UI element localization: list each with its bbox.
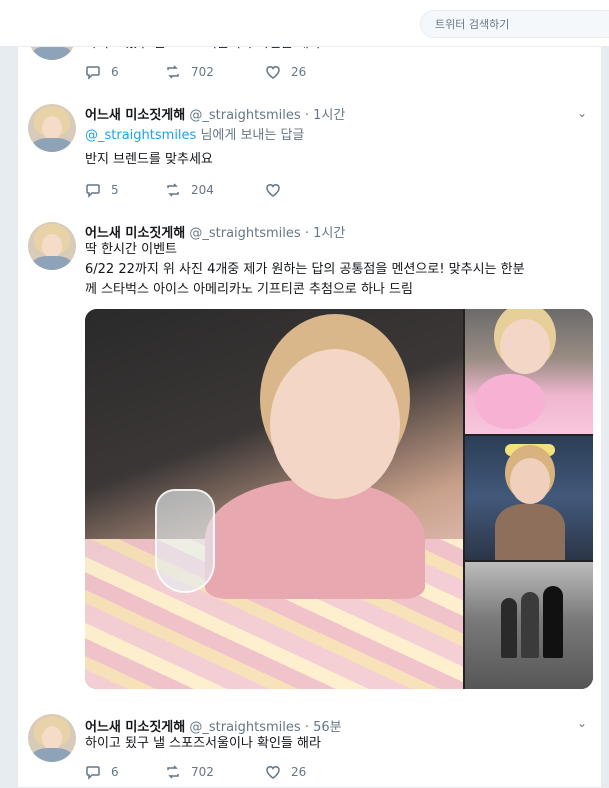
like-button[interactable]: 26 <box>265 64 306 80</box>
tweet[interactable]: 어느새 미소짓게해 @_straightsmiles · 1시간 딱 한시간 이… <box>18 210 601 705</box>
retweet-count: 702 <box>191 65 214 79</box>
separator-dot: · <box>304 226 309 241</box>
display-name[interactable]: 어느새 미소짓게해 <box>85 226 185 241</box>
username[interactable]: @_straightsmiles <box>189 226 300 241</box>
timeline: 하이고 됬구 낼 스포즈서울이나 확인들 해라 6 702 26 어느새 미소짓… <box>18 0 601 788</box>
username[interactable]: @_straightsmiles <box>189 108 300 123</box>
reply-icon <box>86 184 100 198</box>
media-grid[interactable] <box>85 309 593 689</box>
tweet-photo-3[interactable] <box>465 436 593 560</box>
tweet-header: 어느새 미소짓게해 @_straightsmiles · 56분 <box>85 716 342 735</box>
tweet-photo-main[interactable] <box>85 309 463 689</box>
reply-button[interactable]: 6 <box>85 64 119 80</box>
tweet[interactable]: 어느새 미소짓게해 @_straightsmiles · 1시간 ⌄ @_str… <box>18 92 601 211</box>
like-button[interactable] <box>265 182 291 198</box>
tweet-header: 어느새 미소짓게해 @_straightsmiles · 1시간 <box>85 222 345 241</box>
tweet-text: 하이고 됬구 낼 스포즈서울이나 확인들 해라 <box>85 736 321 751</box>
chevron-down-icon[interactable]: ⌄ <box>577 106 591 120</box>
reply-button[interactable]: 6 <box>85 764 119 780</box>
reply-button[interactable]: 5 <box>85 182 119 198</box>
username[interactable]: @_straightsmiles <box>189 720 300 735</box>
reply-to-link[interactable]: @_straightsmiles <box>85 128 196 143</box>
chevron-down-icon[interactable]: ⌄ <box>577 716 591 730</box>
timestamp[interactable]: 1시간 <box>313 108 345 123</box>
timestamp[interactable]: 1시간 <box>313 226 345 241</box>
heart-icon <box>266 766 280 779</box>
top-bar: 트위터 검색하기 <box>0 0 609 47</box>
tweet-text-line: 께 스타벅스 아이스 아메리카노 기프티콘 추첨으로 하나 드림 <box>85 282 413 297</box>
heart-icon <box>266 184 280 197</box>
retweet-button[interactable]: 702 <box>165 764 214 780</box>
separator-dot: · <box>304 108 309 123</box>
display-name[interactable]: 어느새 미소짓게해 <box>85 108 185 123</box>
like-count: 26 <box>291 765 307 779</box>
reply-context: @_straightsmiles 님에게 보내는 답글 <box>85 126 585 146</box>
reply-icon <box>86 66 100 80</box>
separator-dot: · <box>304 720 309 735</box>
retweet-button[interactable]: 204 <box>165 182 214 198</box>
retweet-icon <box>167 765 179 779</box>
timestamp[interactable]: 56분 <box>313 720 342 735</box>
tweet-text: 반지 브렌드를 맞추세요 <box>85 152 213 167</box>
search-placeholder: 트위터 검색하기 <box>435 18 510 31</box>
retweet-icon <box>167 183 179 197</box>
retweet-button[interactable]: 702 <box>165 64 214 80</box>
tweet-photo-4[interactable] <box>465 562 593 689</box>
tweet-text-line: 6/22 22까지 위 사진 4개중 제가 원하는 답의 공통점을 멘션으로! … <box>85 262 525 277</box>
display-name[interactable]: 어느새 미소짓게해 <box>85 720 185 735</box>
avatar[interactable] <box>28 104 76 152</box>
reply-count: 6 <box>111 65 119 79</box>
reply-to-text: 님에게 보내는 답글 <box>196 128 305 143</box>
reply-count: 5 <box>111 183 119 197</box>
like-count: 26 <box>291 65 307 79</box>
retweet-count: 702 <box>191 765 214 779</box>
reply-icon <box>86 766 100 780</box>
heart-icon <box>266 66 280 79</box>
tweet-text-line: 딱 한시간 이벤트 <box>85 242 177 257</box>
tweet[interactable]: 어느새 미소짓게해 @_straightsmiles · 56분 ⌄ 하이고 됬… <box>18 704 601 788</box>
avatar[interactable] <box>28 714 76 762</box>
retweet-icon <box>167 65 179 79</box>
avatar[interactable] <box>28 222 76 270</box>
retweet-count: 204 <box>191 183 214 197</box>
like-button[interactable]: 26 <box>265 764 306 780</box>
search-input[interactable]: 트위터 검색하기 <box>420 10 609 38</box>
reply-count: 6 <box>111 765 119 779</box>
tweet-photo-2[interactable] <box>465 309 593 434</box>
tweet-header: 어느새 미소짓게해 @_straightsmiles · 1시간 <box>85 104 345 123</box>
